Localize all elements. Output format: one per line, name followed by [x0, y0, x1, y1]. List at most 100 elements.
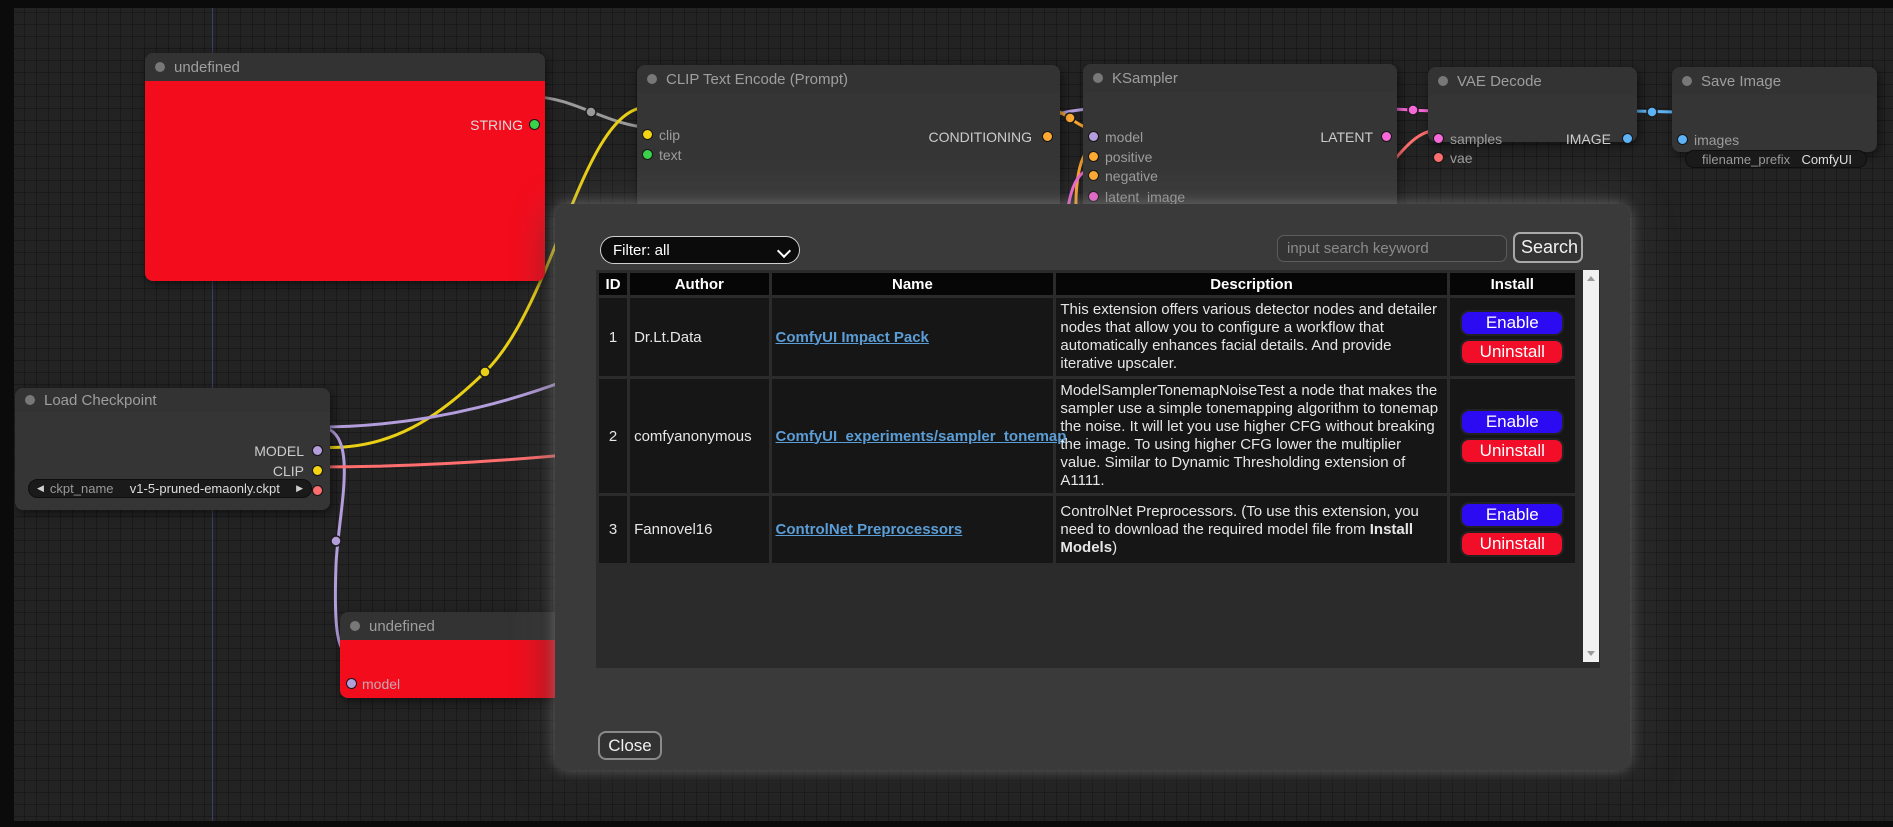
enable-button[interactable]: Enable	[1460, 409, 1564, 435]
collapse-dot-icon[interactable]	[1682, 76, 1692, 86]
node-title-bar[interactable]: VAE Decode	[1428, 67, 1637, 95]
input-slot-model[interactable]	[346, 678, 357, 689]
table-scrollbar[interactable]	[1583, 270, 1599, 662]
collapse-dot-icon[interactable]	[155, 62, 165, 72]
input-slot-negative[interactable]	[1088, 170, 1099, 181]
extension-link[interactable]: ControlNet Preprocessors	[776, 521, 963, 538]
node-title: VAE Decode	[1457, 73, 1542, 90]
widget-value: ComfyUI	[1801, 152, 1852, 167]
output-slot-conditioning[interactable]	[1042, 131, 1053, 142]
output-label-image: IMAGE	[1566, 132, 1611, 146]
link-dot-latent	[1408, 105, 1418, 115]
input-slot-images[interactable]	[1677, 134, 1688, 145]
table-row: 3 Fannovel16 ControlNet Preprocessors Co…	[599, 496, 1575, 563]
input-label-samples: samples	[1450, 132, 1502, 146]
filter-select[interactable]: Filter: all	[600, 236, 800, 264]
increment-arrow-icon[interactable]	[296, 484, 303, 493]
node-clip-text-encode[interactable]: CLIP Text Encode (Prompt) clip text COND…	[637, 65, 1060, 225]
output-label-conditioning: CONDITIONING	[929, 130, 1032, 144]
scroll-down-icon[interactable]	[1587, 651, 1595, 656]
uninstall-button[interactable]: Uninstall	[1460, 531, 1564, 557]
node-title-bar[interactable]: CLIP Text Encode (Prompt)	[637, 65, 1060, 93]
output-slot-clip[interactable]	[312, 465, 323, 476]
cell-description: ModelSamplerTonemapNoiseTest a node that…	[1056, 379, 1446, 493]
decrement-arrow-icon[interactable]	[37, 484, 44, 493]
column-header-name: Name	[772, 273, 1054, 295]
node-title-bar[interactable]: KSampler	[1083, 64, 1397, 92]
output-slot-model[interactable]	[312, 445, 323, 456]
widget-label: filename_prefix	[1702, 152, 1790, 167]
output-label-string: STRING	[470, 118, 523, 132]
link-dot-string	[586, 107, 596, 117]
output-slot-vae[interactable]	[312, 485, 323, 496]
node-save-image[interactable]: Save Image images filename_prefix ComfyU…	[1672, 67, 1877, 152]
extension-link[interactable]: ComfyUI Impact Pack	[776, 329, 929, 346]
table-header-row: ID Author Name Description Install	[599, 273, 1575, 295]
output-label-model: MODEL	[254, 444, 304, 458]
input-label-model: model	[1105, 130, 1143, 144]
custom-nodes-manager-dialog: Filter: all Search ID Author Name Descri…	[555, 204, 1630, 770]
node-title: undefined	[369, 618, 435, 635]
cell-id: 1	[599, 298, 627, 376]
column-header-author: Author	[630, 273, 768, 295]
enable-button[interactable]: Enable	[1460, 502, 1564, 528]
enable-button[interactable]: Enable	[1460, 310, 1564, 336]
cell-author: Dr.Lt.Data	[630, 298, 768, 376]
collapse-dot-icon[interactable]	[647, 74, 657, 84]
extension-link[interactable]: ComfyUI_experiments/sampler_tonemap	[776, 428, 1067, 445]
scroll-up-icon[interactable]	[1587, 276, 1595, 281]
input-slot-latent-image[interactable]	[1088, 191, 1099, 202]
input-slot-vae[interactable]	[1433, 152, 1444, 163]
widget-value: v1-5-pruned-emaonly.ckpt	[130, 481, 280, 496]
uninstall-button[interactable]: Uninstall	[1460, 438, 1564, 464]
input-label-latent-image: latent_image	[1105, 190, 1185, 204]
cell-author: comfyanonymous	[630, 379, 768, 493]
input-label-images: images	[1694, 133, 1739, 147]
cell-id: 3	[599, 496, 627, 563]
input-label-negative: negative	[1105, 169, 1158, 183]
node-title-bar[interactable]: Load Checkpoint	[15, 388, 330, 412]
input-slot-text[interactable]	[642, 149, 653, 160]
widget-label: ckpt_name	[50, 481, 114, 496]
node-title-bar[interactable]: Save Image	[1672, 67, 1877, 95]
input-slot-samples[interactable]	[1433, 133, 1444, 144]
table-row: 1 Dr.Lt.Data ComfyUI Impact Pack This ex…	[599, 298, 1575, 376]
search-button[interactable]: Search	[1513, 232, 1583, 263]
uninstall-button[interactable]: Uninstall	[1460, 339, 1564, 365]
node-title-bar[interactable]: undefined	[145, 53, 545, 81]
output-slot-string[interactable]	[529, 119, 540, 130]
node-ksampler[interactable]: KSampler model positive negative latent_…	[1083, 64, 1397, 224]
input-label-clip: clip	[659, 128, 680, 142]
output-slot-latent[interactable]	[1381, 131, 1392, 142]
collapse-dot-icon[interactable]	[350, 621, 360, 631]
node-vae-decode[interactable]: VAE Decode samples vae IMAGE	[1428, 67, 1637, 142]
node-body: STRING	[145, 81, 545, 281]
cell-description: ControlNet Preprocessors. (To use this e…	[1056, 496, 1446, 563]
output-slot-image[interactable]	[1622, 133, 1633, 144]
filename-prefix-widget[interactable]: filename_prefix ComfyUI	[1685, 150, 1867, 168]
collapse-dot-icon[interactable]	[1093, 73, 1103, 83]
close-button[interactable]: Close	[598, 731, 662, 760]
ckpt-name-widget[interactable]: ckpt_name v1-5-pruned-emaonly.ckpt	[28, 479, 312, 498]
description-text: )	[1112, 539, 1117, 556]
input-label-vae: vae	[1450, 151, 1473, 165]
link-dot-image	[1647, 107, 1657, 117]
input-slot-positive[interactable]	[1088, 151, 1099, 162]
canvas-bottom-edge	[0, 821, 1893, 827]
node-load-checkpoint[interactable]: Load Checkpoint MODEL CLIP VAE ckpt_name…	[15, 388, 330, 510]
input-slot-clip[interactable]	[642, 129, 653, 140]
cell-description: This extension offers various detector n…	[1056, 298, 1446, 376]
input-label-model: model	[362, 677, 400, 691]
collapse-dot-icon[interactable]	[1438, 76, 1448, 86]
cell-id: 2	[599, 379, 627, 493]
input-label-positive: positive	[1105, 150, 1152, 164]
input-slot-model[interactable]	[1088, 131, 1099, 142]
node-title: KSampler	[1112, 70, 1178, 87]
extensions-table: ID Author Name Description Install 1 Dr.…	[596, 270, 1578, 566]
collapse-dot-icon[interactable]	[25, 395, 35, 405]
node-undefined-top[interactable]: undefined STRING	[145, 53, 545, 281]
search-input[interactable]	[1277, 235, 1507, 262]
cell-install: Enable Uninstall	[1450, 379, 1575, 493]
canvas-left-edge	[0, 0, 14, 827]
output-label-clip: CLIP	[273, 464, 304, 478]
